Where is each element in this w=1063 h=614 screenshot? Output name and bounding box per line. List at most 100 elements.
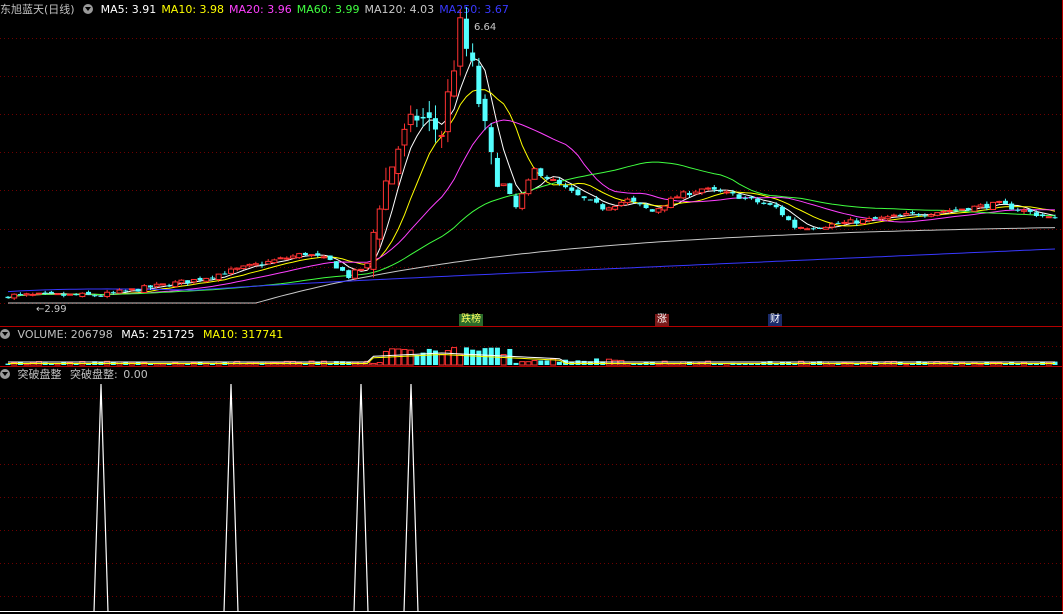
candle-body bbox=[308, 254, 315, 257]
candle-body bbox=[828, 223, 835, 228]
candle-body bbox=[48, 291, 54, 294]
candle-body bbox=[643, 204, 649, 209]
volume-bar bbox=[538, 360, 544, 365]
candle-body bbox=[358, 268, 365, 271]
candle-body bbox=[587, 199, 593, 201]
candle-body bbox=[110, 292, 116, 294]
candle-body bbox=[767, 203, 773, 205]
candle-body bbox=[66, 293, 73, 296]
volume-bar bbox=[531, 360, 538, 366]
ma-line-ma5 bbox=[7, 57, 1056, 299]
volume-bar bbox=[451, 347, 458, 366]
volume-bar bbox=[426, 348, 432, 365]
candle-body bbox=[934, 212, 941, 216]
volume-bar bbox=[86, 363, 92, 365]
candle-body bbox=[209, 277, 215, 279]
candle-body bbox=[544, 176, 550, 179]
candle-body bbox=[17, 294, 23, 296]
candle-body bbox=[792, 219, 798, 228]
candle-body bbox=[259, 264, 265, 266]
candle-body bbox=[667, 197, 674, 208]
volume-bar bbox=[407, 349, 414, 366]
volume-bar bbox=[370, 362, 377, 366]
candle-body bbox=[594, 198, 600, 203]
candle-body bbox=[1033, 212, 1039, 217]
event-tag-finance[interactable]: 财 bbox=[768, 314, 782, 326]
candle-body bbox=[271, 259, 278, 264]
candle-body bbox=[705, 187, 712, 190]
candle-body bbox=[302, 252, 308, 256]
candle-body bbox=[420, 116, 426, 119]
volume-bar bbox=[631, 363, 637, 365]
candle-body bbox=[513, 195, 519, 208]
candle-body bbox=[463, 18, 469, 49]
low-price-label: ←2.99 bbox=[36, 304, 67, 315]
candle-body bbox=[884, 216, 891, 220]
candle-body bbox=[470, 52, 476, 61]
candle-body bbox=[748, 196, 754, 199]
candle-body bbox=[761, 202, 767, 204]
candle-body bbox=[246, 263, 253, 267]
candle-body bbox=[401, 128, 408, 146]
candle-body bbox=[612, 205, 619, 210]
candle-body bbox=[903, 213, 910, 216]
candle-body bbox=[277, 257, 284, 260]
candle-body bbox=[364, 262, 371, 269]
event-tag-losers[interactable]: 跌榜 bbox=[459, 314, 483, 326]
candle-body bbox=[11, 293, 18, 299]
candle-body bbox=[283, 257, 290, 260]
candle-body bbox=[550, 179, 557, 182]
candle-body bbox=[872, 217, 878, 219]
volume-bar bbox=[519, 361, 526, 366]
volume-bar bbox=[470, 349, 476, 365]
candle-body bbox=[1027, 209, 1033, 212]
volume-bar bbox=[556, 361, 562, 365]
candle-body bbox=[29, 293, 36, 296]
candle-body bbox=[135, 289, 141, 292]
candle-body bbox=[159, 283, 166, 286]
volume-bar bbox=[1033, 363, 1039, 365]
candle-body bbox=[1002, 200, 1008, 204]
candle-body bbox=[624, 198, 631, 204]
candle-body bbox=[265, 260, 272, 265]
candle-body bbox=[1015, 209, 1021, 211]
volume-bar bbox=[438, 354, 445, 366]
stock-chart[interactable] bbox=[0, 0, 1063, 614]
candle-body bbox=[457, 17, 464, 67]
candle-body bbox=[104, 291, 111, 297]
candle-body bbox=[686, 192, 692, 196]
volume-bar bbox=[525, 361, 532, 366]
candle-body bbox=[327, 255, 333, 260]
candle-body bbox=[116, 289, 123, 294]
candle-body bbox=[835, 222, 841, 224]
volume-bar bbox=[23, 363, 30, 366]
event-tag-rise[interactable]: 涨 bbox=[655, 314, 669, 326]
candle-body bbox=[773, 204, 779, 208]
candle-body bbox=[786, 216, 792, 221]
candle-body bbox=[190, 278, 197, 283]
candle-body bbox=[531, 168, 538, 180]
breakout-signal bbox=[403, 383, 419, 613]
volume-bar bbox=[476, 350, 482, 365]
volume-bar bbox=[147, 363, 153, 365]
high-price-label: 6.64 bbox=[474, 22, 497, 33]
candle-body bbox=[178, 279, 185, 284]
candle-body bbox=[54, 293, 61, 296]
candle-body bbox=[203, 277, 210, 282]
volume-bar bbox=[655, 363, 662, 366]
candle-body bbox=[525, 179, 532, 195]
candle-body bbox=[866, 218, 873, 222]
candle-body bbox=[922, 215, 928, 217]
candle-body bbox=[990, 201, 997, 211]
candle-body bbox=[1052, 217, 1058, 219]
candle-body bbox=[92, 295, 98, 297]
candle-body bbox=[878, 216, 885, 220]
candle-body bbox=[692, 191, 699, 195]
volume-bar bbox=[457, 354, 464, 366]
candle-body bbox=[432, 118, 438, 130]
volume-bar bbox=[977, 363, 984, 366]
candle-body bbox=[98, 295, 104, 297]
candle-body bbox=[1045, 216, 1052, 219]
candle-body bbox=[426, 112, 432, 118]
candle-body bbox=[605, 207, 612, 211]
